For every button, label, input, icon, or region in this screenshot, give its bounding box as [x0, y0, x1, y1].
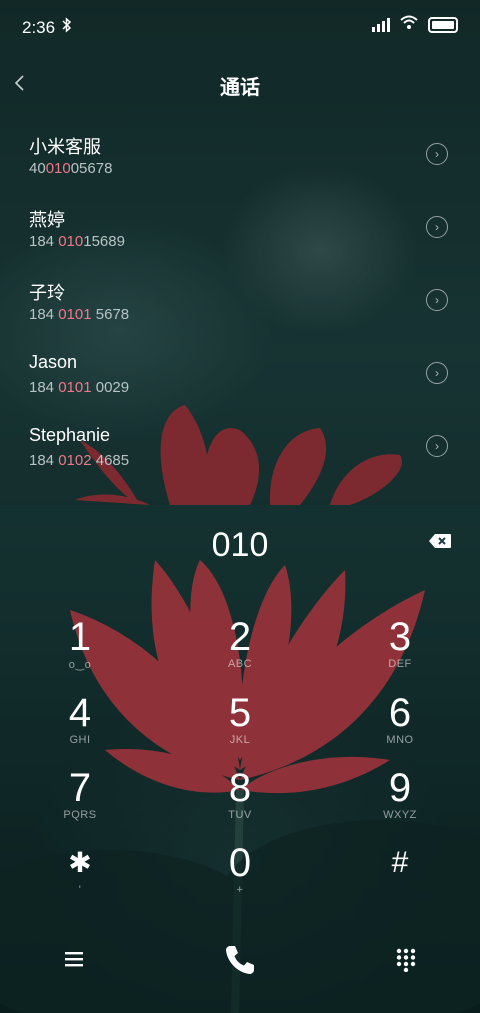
page-title: 通话 [220, 77, 260, 99]
header: 通话 [0, 58, 480, 110]
contact-number: 184 0101 0029 [29, 379, 130, 396]
key-digit: 0 [228, 841, 252, 885]
chevron-right-icon[interactable]: › [426, 362, 448, 384]
key-digit: 5 [228, 691, 252, 735]
key-letters: MNO [386, 734, 414, 746]
bluetooth-icon [62, 17, 72, 37]
key-digit: ✱ [68, 847, 92, 878]
key-4[interactable]: 4 GHI [25, 692, 135, 762]
key-letters: ' [78, 884, 82, 896]
key-0[interactable]: 0 + [185, 842, 295, 912]
key-letters: ABC [227, 658, 253, 670]
key-digit: 7 [68, 766, 92, 810]
wifi-icon [400, 15, 418, 34]
key-letters: PQRS [63, 809, 97, 821]
voicemail-icon: ᴏ‿ᴏ [68, 659, 92, 671]
menu-icon[interactable] [64, 950, 84, 968]
key-digit: 6 [388, 691, 412, 735]
signal-icon [372, 17, 390, 32]
key-letters: TUV [228, 809, 252, 821]
key-3[interactable]: 3 DEF [345, 616, 455, 686]
key-8[interactable]: 8 TUV [185, 767, 295, 837]
backspace-icon[interactable] [428, 533, 452, 549]
status-time: 2:36 [22, 18, 56, 37]
key-digit: 4 [68, 691, 92, 735]
contact-name: 燕婷 [29, 210, 65, 230]
key-letters: WXYZ [383, 809, 417, 821]
contact-name: 子玲 [29, 283, 65, 303]
key-letters: GHI [69, 734, 91, 746]
key-9[interactable]: 9 WXYZ [345, 767, 455, 837]
chevron-right-icon[interactable]: › [426, 216, 448, 238]
phone-icon[interactable] [222, 942, 258, 978]
key-7[interactable]: 7 PQRS [25, 767, 135, 837]
key-letters: + [236, 884, 244, 896]
dialpad-icon[interactable] [396, 948, 416, 973]
key-star[interactable]: ✱ ' [25, 842, 135, 912]
contact-number: 184 01015689 [29, 233, 125, 250]
key-letters: DEF [388, 658, 412, 670]
bottom-bar [0, 938, 480, 984]
key-digit: 1 [68, 615, 92, 659]
contact-number: 184 0101 5678 [29, 306, 130, 323]
key-6[interactable]: 6 MNO [345, 692, 455, 762]
contact-list: 小米客服 4001005678 › 燕婷 184 01015689 › 子玲 1… [0, 118, 480, 483]
key-digit: 3 [388, 615, 412, 659]
chevron-right-icon[interactable]: › [426, 289, 448, 311]
key-digit: 2 [228, 615, 252, 659]
key-digit: 9 [388, 766, 412, 810]
dialed-number: 010 [211, 526, 269, 564]
key-2[interactable]: 2 ABC [185, 616, 295, 686]
contact-name: Stephanie [29, 425, 111, 445]
contact-row[interactable]: Stephanie 184 0102 4685 › [0, 410, 480, 483]
key-letters: JKL [229, 734, 251, 746]
key-digit: 8 [228, 766, 252, 810]
contact-row[interactable]: Jason 184 0101 0029 › [0, 337, 480, 410]
contact-number: 184 0102 4685 [29, 452, 130, 469]
contact-number: 4001005678 [29, 160, 113, 177]
chevron-right-icon[interactable]: › [426, 435, 448, 457]
key-5[interactable]: 5 JKL [185, 692, 295, 762]
battery-icon [428, 16, 458, 33]
chevron-right-icon[interactable]: › [426, 143, 448, 165]
status-icons [372, 15, 458, 34]
key-digit: # [391, 846, 409, 879]
contact-name: Jason [29, 352, 78, 372]
key-hash[interactable]: # [345, 842, 455, 912]
contact-row[interactable]: 燕婷 184 01015689 › [0, 191, 480, 264]
contact-row[interactable]: 小米客服 4001005678 › [0, 118, 480, 191]
contact-row[interactable]: 子玲 184 0101 5678 › [0, 264, 480, 337]
status-bar: 2:36 [0, 0, 480, 54]
contact-name: 小米客服 [29, 137, 101, 157]
key-1[interactable]: 1 ᴏ‿ᴏ [25, 616, 135, 686]
